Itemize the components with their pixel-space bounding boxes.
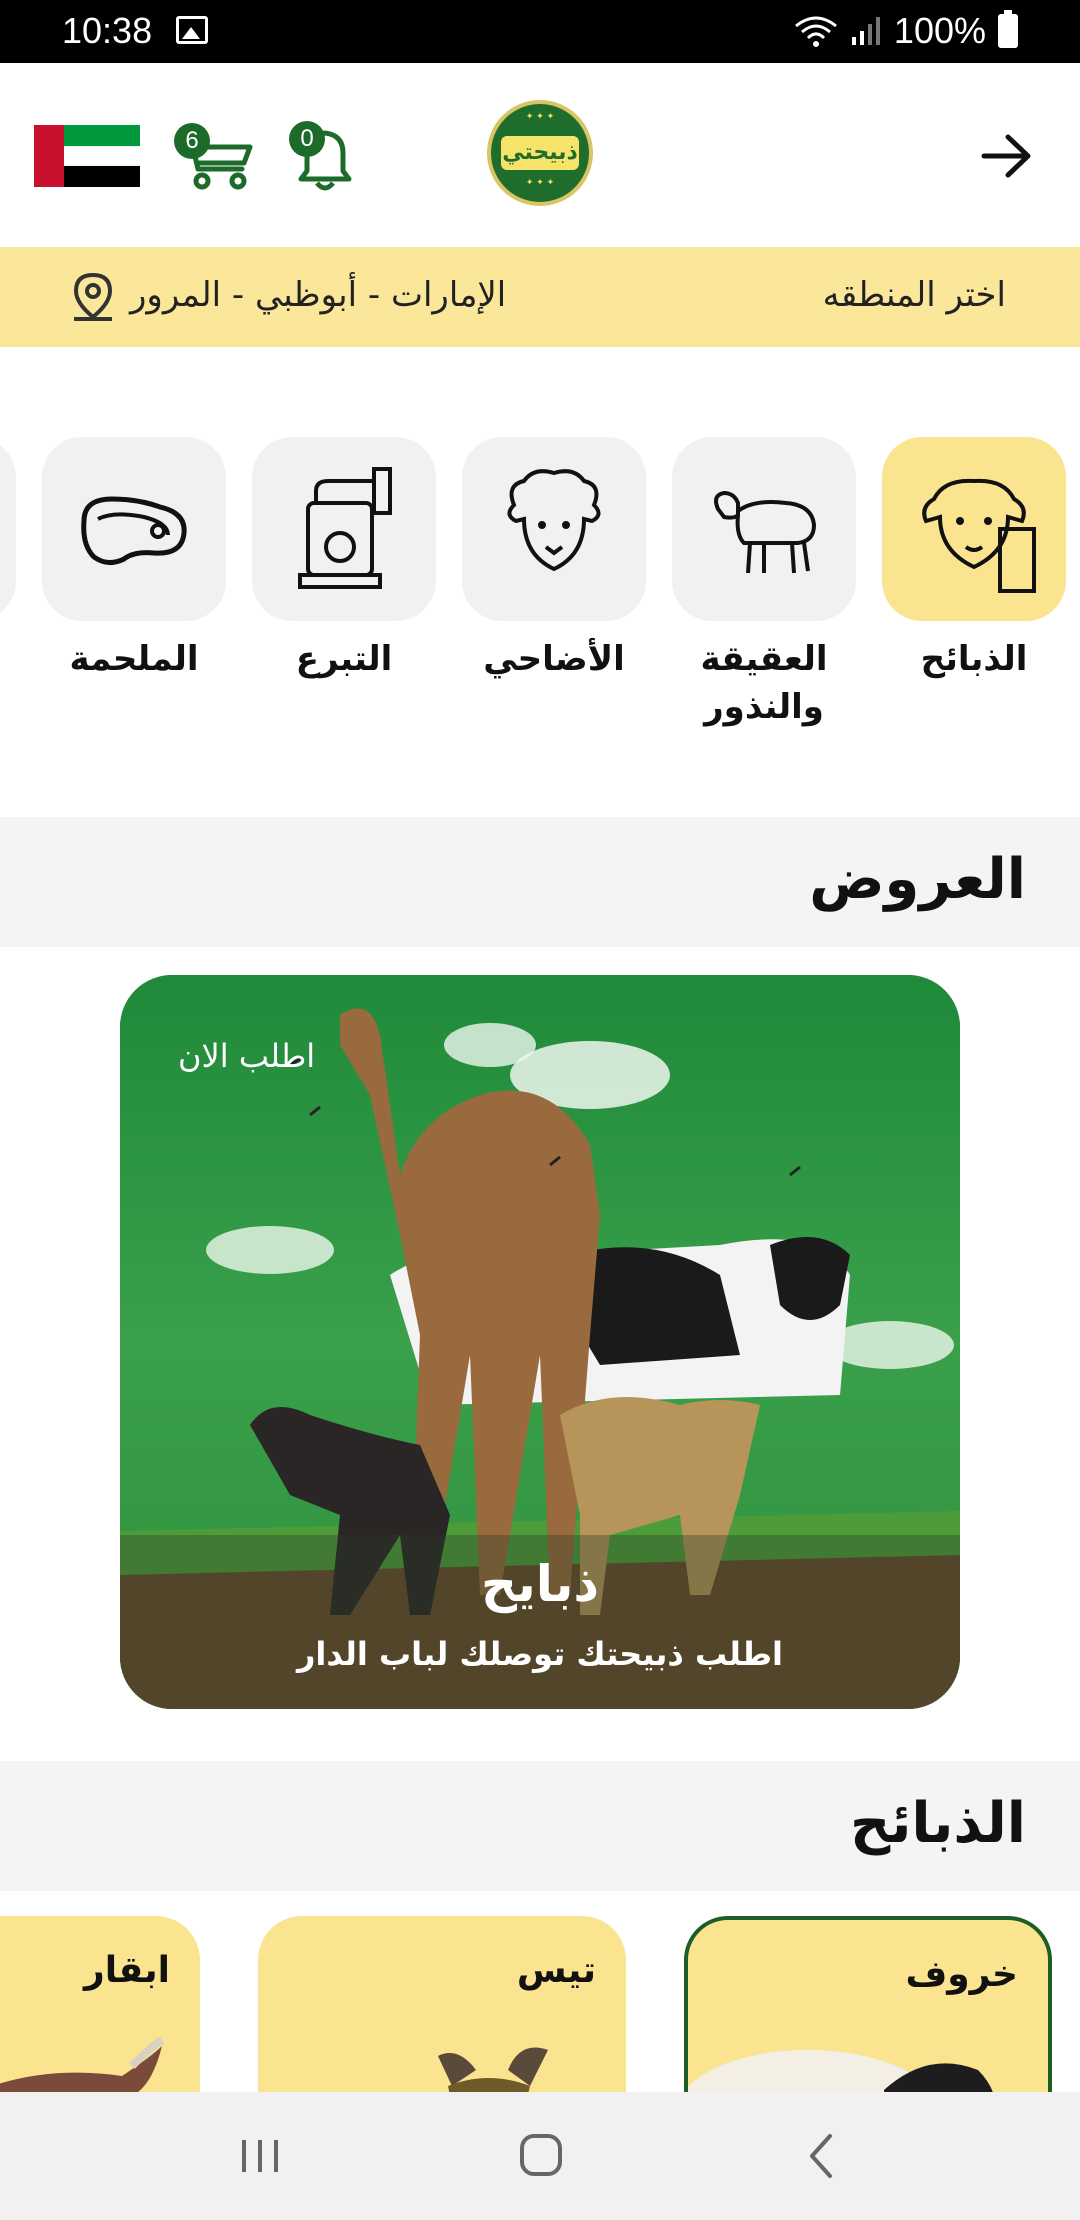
arrow-right-icon[interactable] [978, 131, 1034, 181]
goat-image [438, 2047, 548, 2092]
offer-banner[interactable]: اطلب الان ذبايح اطلب ذبيحتك توصلك لباب ا… [120, 975, 960, 1709]
steak-icon [81, 496, 187, 565]
sheep-image [688, 2050, 993, 2092]
category-list: الذبائح العقيقة والنذور الأضاحي التبرع ا… [0, 437, 1080, 737]
product-name: ابقار [83, 1950, 170, 1991]
uae-flag-icon[interactable] [34, 125, 140, 187]
category-slaughter[interactable]: الذبائح [882, 437, 1066, 683]
status-indicators: 100% [794, 10, 1018, 52]
wifi-icon [794, 16, 837, 47]
cart-button[interactable]: 6 [172, 121, 256, 191]
slaughter-title: الذبائح [849, 1791, 1026, 1856]
category-aqiqah[interactable]: العقيقة والنذور [672, 437, 856, 731]
offers-title: العروض [809, 847, 1026, 912]
category-label: الذبائح [920, 639, 1028, 679]
region-label: اختر المنطقه [822, 275, 1006, 315]
category-tile [462, 437, 646, 621]
logo-text: ذبيحتي [501, 136, 579, 170]
order-now-label[interactable]: اطلب الان [178, 1037, 315, 1075]
sheep-icon [714, 490, 817, 574]
category-tile [882, 437, 1066, 621]
product-card-sheep[interactable]: خروف [684, 1916, 1052, 2092]
system-nav-bar [0, 2092, 1080, 2220]
region-selector[interactable]: اختر المنطقه الإمارات - أبوظبي - المرور [0, 247, 1080, 347]
product-card-cattle[interactable]: ابقار [0, 1916, 200, 2092]
battery-icon [998, 10, 1018, 48]
product-card-goat[interactable]: تيس [258, 1916, 626, 2092]
cart-count-badge: 6 [174, 123, 210, 159]
category-tile [0, 437, 16, 621]
location-pin-icon [73, 272, 113, 321]
app-logo: ✦ ✦ ✦ ذبيحتي ✦ ✦ ✦ [487, 100, 593, 206]
offers-header: العروض [0, 817, 1080, 947]
back-icon[interactable] [782, 2122, 862, 2190]
recent-apps-icon[interactable] [220, 2122, 300, 2190]
category-donation[interactable]: التبرع [252, 437, 436, 683]
battery-percent: 100% [893, 10, 986, 51]
category-tile [252, 437, 436, 621]
donation-box-icon [298, 467, 392, 589]
category-label: الأضاحي [483, 639, 625, 679]
banner-title: ذبايح [480, 1555, 600, 1613]
app-header: 6 0 ✦ ✦ ✦ ذبيحتي ✦ ✦ ✦ [0, 63, 1080, 247]
status-bar: 10:38 100% [0, 0, 1080, 63]
notifications-button[interactable]: 0 [287, 119, 363, 195]
product-name: خروف [905, 1954, 1018, 1995]
category-label: الملحمة [69, 639, 199, 679]
signal-icon [851, 17, 880, 45]
category-label: العقيقة والنذور [700, 639, 828, 727]
notification-count-badge: 0 [289, 121, 325, 157]
product-list: خروف تيس ابقار [0, 1916, 1080, 2092]
region-value: الإمارات - أبوظبي - المرور [130, 275, 507, 315]
product-name: تيس [516, 1950, 596, 1991]
curly-sheep-icon [507, 469, 601, 572]
gallery-icon [176, 16, 208, 44]
category-label: التبرع [295, 639, 393, 679]
cattle-image [0, 2036, 165, 2092]
category-butchery[interactable]: الملحمة [42, 437, 226, 683]
banner-subtitle: اطلب ذبيحتك توصلك لباب الدار [297, 1635, 783, 1673]
category-tile [42, 437, 226, 621]
category-partial[interactable] [0, 437, 16, 621]
category-tile [672, 437, 856, 621]
category-udhiyah[interactable]: الأضاحي [462, 437, 646, 683]
status-time: 10:38 [62, 10, 153, 51]
slaughter-header: الذبائح [0, 1761, 1080, 1891]
home-icon[interactable] [500, 2122, 580, 2190]
sheep-face-icon [922, 478, 1036, 593]
